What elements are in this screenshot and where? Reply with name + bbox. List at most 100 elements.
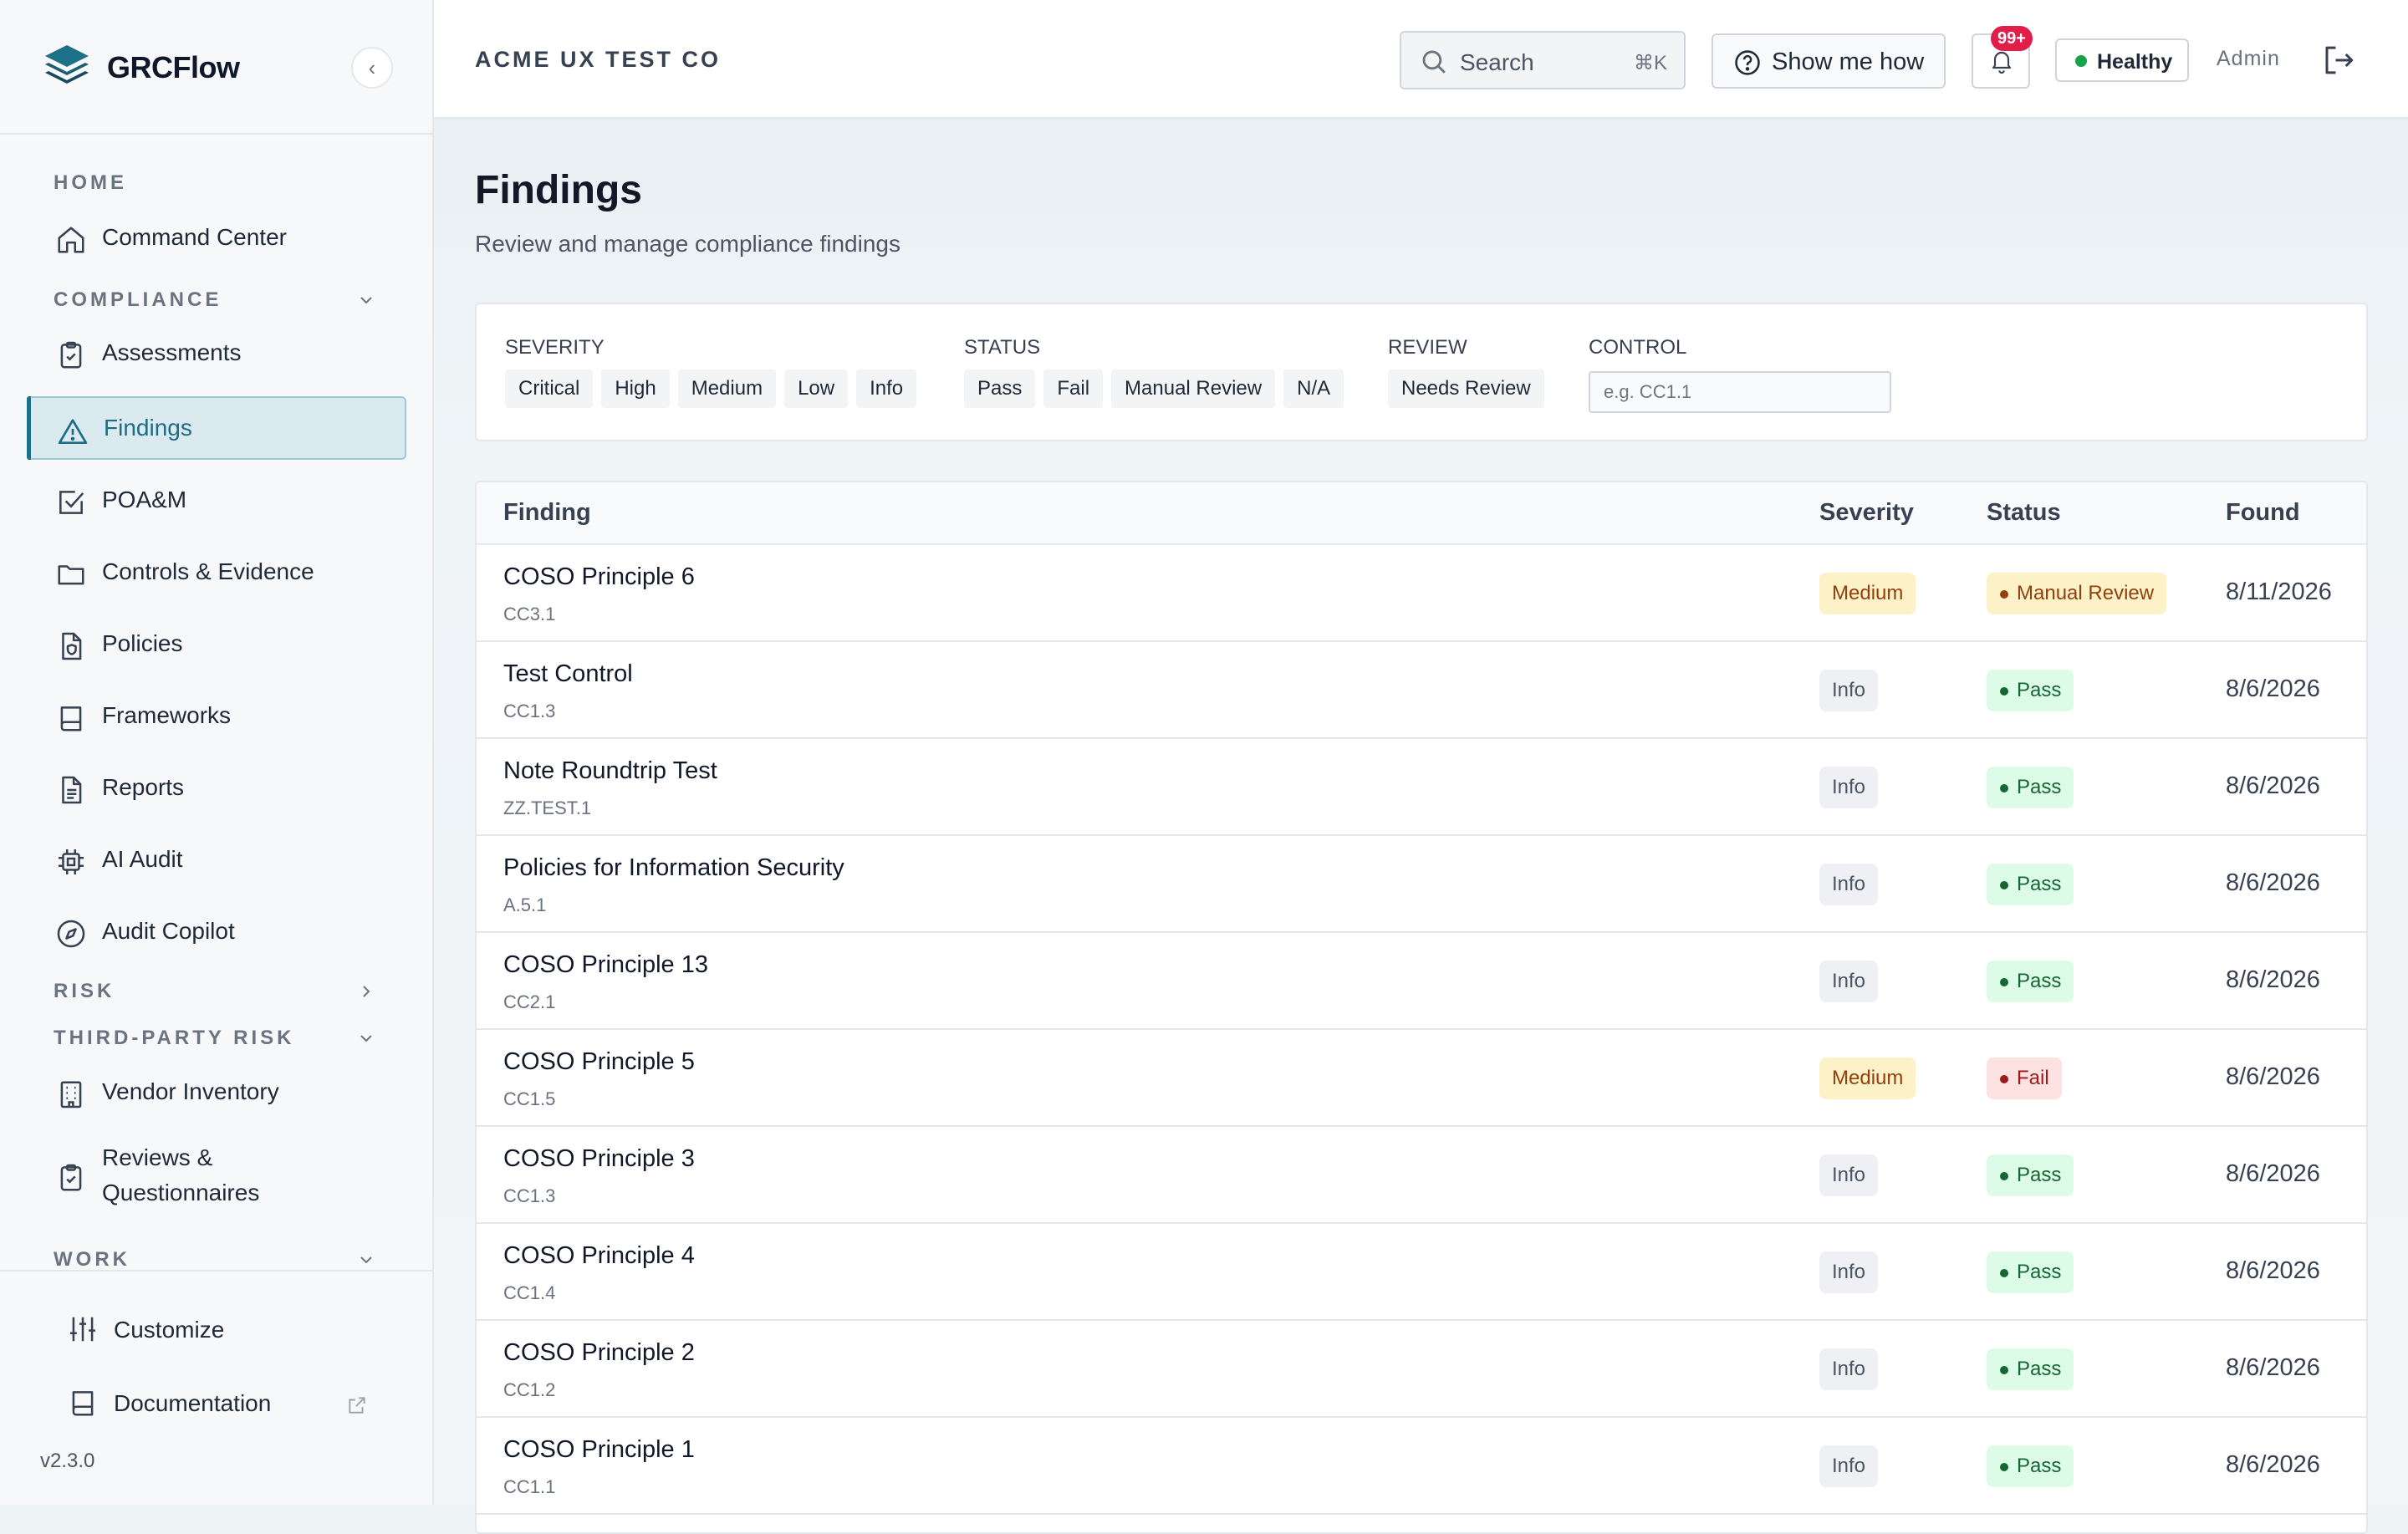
found-date: 8/6/2026 [2226, 966, 2320, 993]
severity-filter-label: SEVERITY [505, 336, 605, 359]
show-me-how-button[interactable]: Show me how [1712, 33, 1946, 89]
sidebar-item-frameworks[interactable]: Frameworks [27, 684, 406, 747]
finding-name[interactable]: Test Control [503, 660, 633, 688]
finding-name[interactable]: COSO Principle 1 [503, 1436, 695, 1464]
section-risk[interactable]: RISK [54, 980, 115, 1003]
chevron-down-icon[interactable] [356, 1250, 376, 1270]
status-badge: Pass [1987, 1445, 2074, 1487]
finding-control-id: ZZ.TEST.1 [503, 798, 592, 818]
logout-icon[interactable] [2321, 43, 2356, 78]
brand-name[interactable]: GRCFlow [107, 50, 240, 85]
status-badge: Fail [1987, 1057, 2062, 1099]
filter-chip-critical[interactable]: Critical [505, 369, 594, 408]
sidebar-item-command-center[interactable]: Command Center [27, 206, 406, 269]
finding-name[interactable]: COSO Principle 13 [503, 951, 708, 979]
table-row[interactable]: COSO Principle 1 CC1.1 Info Pass 8/6/2026 [477, 1418, 2366, 1515]
finding-name[interactable]: COSO Principle 2 [503, 1339, 695, 1367]
found-date: 8/6/2026 [2226, 869, 2320, 896]
sidebar-item-poam[interactable]: POA&M [27, 468, 406, 532]
section-work[interactable]: WORK [54, 1248, 130, 1270]
finding-control-id: A.5.1 [503, 894, 547, 915]
sidebar-item-reports[interactable]: Reports [27, 756, 406, 819]
status-chips: Pass Fail Manual Review N/A [964, 369, 1344, 408]
filter-chip-low[interactable]: Low [784, 369, 849, 408]
sidebar-item-ai-audit[interactable]: AI Audit [27, 828, 406, 891]
section-compliance[interactable]: COMPLIANCE [54, 288, 222, 312]
sidebar-item-assessments[interactable]: Assessments [27, 321, 406, 385]
finding-name[interactable]: COSO Principle 5 [503, 1048, 695, 1076]
filter-chip-high[interactable]: High [601, 369, 670, 408]
search-input[interactable]: Search ⌘K [1400, 31, 1686, 89]
finding-name[interactable]: COSO Principle 4 [503, 1242, 695, 1270]
found-date: 8/6/2026 [2226, 1451, 2320, 1478]
folder-icon [58, 565, 84, 585]
table-row[interactable]: COSO Principle 5 CC1.5 Medium Fail 8/6/2026 [477, 1030, 2366, 1127]
compass-icon [57, 920, 85, 948]
sidebar-item-audit-copilot[interactable]: Audit Copilot [27, 900, 406, 963]
file-shield-icon [62, 632, 82, 660]
chevron-down-icon[interactable] [356, 1028, 376, 1048]
found-date: 8/6/2026 [2226, 772, 2320, 799]
filter-panel: SEVERITY Critical High Medium Low Info S… [475, 303, 2368, 441]
column-header-severity[interactable]: Severity [1819, 499, 1914, 527]
control-filter-input[interactable] [1589, 371, 1891, 413]
found-date: 8/11/2026 [2226, 578, 2332, 605]
brand-header: GRCFlow ‹ [0, 0, 432, 135]
sidebar-item-reviews-questionnaires[interactable]: Reviews & Questionnaires [27, 1132, 406, 1221]
page-subtitle: Review and manage compliance findings [475, 231, 900, 257]
chevron-right-icon[interactable] [356, 981, 376, 1001]
health-dot [2075, 55, 2087, 67]
review-chips: Needs Review [1388, 369, 1544, 408]
filter-chip-fail[interactable]: Fail [1043, 369, 1104, 408]
finding-name[interactable]: Note Roundtrip Test [503, 757, 717, 785]
column-header-found[interactable]: Found [2226, 499, 2300, 527]
finding-name[interactable]: COSO Principle 3 [503, 1145, 695, 1173]
table-row[interactable]: Note Roundtrip Test ZZ.TEST.1 Info Pass 8/6/… [477, 739, 2366, 836]
severity-badge: Medium [1819, 1057, 1916, 1099]
table-row[interactable]: COSO Principle 2 CC1.2 Info Pass 8/6/2026 [477, 1321, 2366, 1418]
table-row[interactable]: Policies for Information Security A.5.1 In… [477, 836, 2366, 933]
sidebar-item-findings[interactable]: Findings [27, 396, 406, 460]
sidebar-item-label-line2: Questionnaires [102, 1180, 260, 1205]
user-role[interactable]: Admin [2217, 47, 2280, 71]
filter-chip-info[interactable]: Info [856, 369, 917, 408]
sidebar-item-policies[interactable]: Policies [27, 612, 406, 675]
column-header-finding[interactable]: Finding [503, 499, 591, 527]
sidebar-nav: HOME Command Center COMPLIANCE Assessmen… [0, 135, 432, 1270]
sidebar-item-label: POA&M [102, 487, 187, 512]
section-third-party-risk[interactable]: THIRD-PARTY RISK [54, 1027, 294, 1050]
sidebar-item-label: Frameworks [102, 702, 232, 728]
sidebar-item-vendor-inventory[interactable]: Vendor Inventory [27, 1060, 406, 1124]
finding-control-id: CC1.4 [503, 1282, 556, 1303]
severity-badge: Info [1819, 1445, 1879, 1487]
finding-name[interactable]: Policies for Information Security [503, 854, 844, 882]
table-row[interactable]: COSO Principle 13 CC2.1 Info Pass 8/6/2026 [477, 933, 2366, 1030]
sidebar-item-label: Vendor Inventory [102, 1078, 279, 1104]
finding-name[interactable]: COSO Principle 6 [503, 563, 695, 591]
filter-chip-pass[interactable]: Pass [964, 369, 1036, 408]
findings-table: Finding Severity Status Found COSO Princ… [475, 481, 2368, 1534]
table-header: Finding Severity Status Found [477, 482, 2366, 545]
chevron-down-icon[interactable] [356, 290, 376, 310]
notification-count-badge: 99+ [1991, 26, 2033, 51]
filter-chip-na[interactable]: N/A [1283, 369, 1344, 408]
filter-chip-needs-review[interactable]: Needs Review [1388, 369, 1544, 408]
search-icon [1422, 50, 1446, 74]
question-circle-icon [1735, 50, 1760, 75]
filter-chip-medium[interactable]: Medium [677, 369, 777, 408]
filter-chip-manual-review[interactable]: Manual Review [1111, 369, 1276, 408]
sidebar-item-controls-evidence[interactable]: Controls & Evidence [27, 540, 406, 604]
sidebar-item-label: Audit Copilot [102, 918, 235, 944]
book-icon [60, 706, 82, 731]
clipboard-check-icon [60, 1164, 82, 1191]
severity-badge: Info [1819, 864, 1879, 905]
table-row[interactable]: Test Control CC1.3 Info Pass 8/6/2026 [477, 642, 2366, 739]
severity-badge: Info [1819, 1251, 1879, 1293]
sidebar: GRCFlow ‹ HOME Command Center COMPLIANCE… [0, 0, 434, 1505]
column-header-status[interactable]: Status [1987, 499, 2061, 527]
table-row[interactable]: COSO Principle 6 CC3.1 Medium Manual Review… [477, 545, 2366, 642]
collapse-sidebar-button[interactable]: ‹ [351, 47, 393, 89]
table-row[interactable]: COSO Principle 3 CC1.3 Info Pass 8/6/2026 [477, 1127, 2366, 1224]
health-status[interactable]: Healthy [2055, 38, 2189, 82]
table-row[interactable]: COSO Principle 4 CC1.4 Info Pass 8/6/2026 [477, 1224, 2366, 1321]
